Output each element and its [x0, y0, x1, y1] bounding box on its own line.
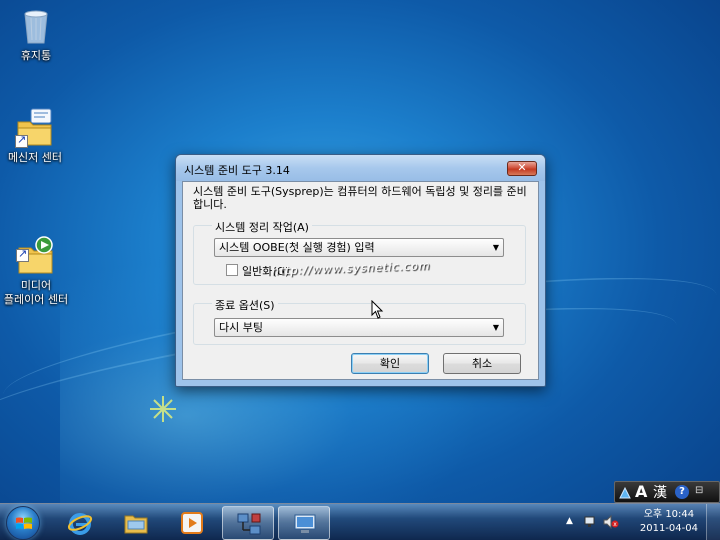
desktop-icon-media-player-center[interactable]: 미디어 플레이어 센터	[0, 208, 76, 307]
shutdown-options-label: 종료 옵션(S)	[212, 297, 278, 313]
system-clock[interactable]: 오후 10:44 2011-04-04	[640, 508, 698, 536]
ok-button[interactable]: 확인	[351, 353, 429, 374]
generalize-checkbox[interactable]	[226, 264, 238, 276]
close-icon: ✕	[517, 161, 527, 174]
ime-help-icon[interactable]: ?	[675, 485, 689, 499]
media-player-icon	[181, 512, 203, 534]
dialog-title: 시스템 준비 도구 3.14	[184, 164, 290, 177]
shutdown-options-select[interactable]: 다시 부팅 ▼	[214, 318, 504, 337]
cancel-button[interactable]: 취소	[443, 353, 521, 374]
desktop-icon-label: 휴지통	[20, 49, 52, 62]
taskbar-item-file-explorer[interactable]	[110, 506, 162, 540]
taskbar-item-network-app[interactable]	[222, 506, 274, 540]
desktop-icon-label: 메신저 센터	[7, 151, 63, 164]
wallpaper-logo-flare	[150, 396, 176, 422]
internet-explorer-icon	[67, 513, 93, 535]
shortcut-arrow-icon	[16, 247, 29, 262]
clock-date: 2011-04-04	[639, 523, 698, 534]
language-bar-minimize-icon[interactable]: ⊟	[695, 485, 703, 496]
dialog-description: 시스템 준비 도구(Sysprep)는 컴퓨터의 하드웨어 독립성 및 정리를 …	[193, 185, 527, 211]
desktop-icon-recycle-bin[interactable]: 휴지통	[0, 6, 76, 63]
taskbar: ▲ x 오후 10:44 2011-04-04	[0, 503, 720, 540]
cleanup-action-value: 시스템 OOBE(첫 실행 경험) 입력	[219, 241, 375, 254]
media-player-center-icon	[16, 222, 56, 274]
shutdown-options-group: 종료 옵션(S) 다시 부팅 ▼	[193, 297, 526, 345]
desktop-icon-label: 미디어 플레이어 센터	[3, 279, 69, 306]
recycle-bin-icon	[16, 6, 56, 46]
close-button[interactable]: ✕	[507, 161, 537, 176]
folder-icon	[124, 515, 148, 534]
input-mode-indicator[interactable]: A	[635, 482, 647, 502]
shutdown-options-value: 다시 부팅	[219, 321, 263, 334]
taskbar-item-sysprep-app[interactable]	[278, 506, 330, 540]
network-tray-icon[interactable]	[584, 515, 598, 529]
show-desktop-button[interactable]	[706, 504, 720, 540]
dropdown-arrow-icon: ▼	[492, 323, 499, 332]
dialog-client-area: 시스템 준비 도구(Sysprep)는 컴퓨터의 하드웨어 독립성 및 정리를 …	[182, 181, 539, 380]
taskbar-item-internet-explorer[interactable]	[54, 506, 106, 540]
taskbar-item-media-player[interactable]	[166, 506, 218, 540]
shortcut-arrow-icon	[15, 133, 28, 148]
cleanup-action-label: 시스템 정리 작업(A)	[212, 219, 312, 235]
clock-time: 오후 10:44	[643, 509, 695, 520]
dropdown-arrow-icon: ▼	[492, 243, 499, 252]
svg-text:x: x	[613, 521, 617, 528]
show-hidden-icons-icon[interactable]: ▲	[566, 516, 573, 526]
hanja-indicator[interactable]: 漢	[653, 483, 667, 503]
windows-logo-icon	[16, 517, 32, 529]
mouse-cursor-icon	[371, 300, 384, 319]
cleanup-action-select[interactable]: 시스템 OOBE(첫 실행 경험) 입력 ▼	[214, 238, 504, 257]
sysprep-icon	[294, 514, 316, 533]
network-computers-icon	[237, 513, 261, 535]
start-button[interactable]	[6, 506, 40, 540]
volume-muted-icon[interactable]: x	[603, 515, 619, 529]
language-bar[interactable]: A 漢 ? ⊟	[614, 481, 720, 503]
dialog-titlebar[interactable]: 시스템 준비 도구 3.14 ✕	[176, 155, 545, 181]
cleanup-action-group: 시스템 정리 작업(A) 시스템 OOBE(첫 실행 경험) 입력 ▼ 일반화(…	[193, 219, 526, 285]
desktop-icon-messenger-center[interactable]: 메신저 센터	[0, 108, 75, 165]
ime-settings-icon[interactable]	[619, 487, 631, 499]
messenger-center-icon	[15, 108, 55, 148]
